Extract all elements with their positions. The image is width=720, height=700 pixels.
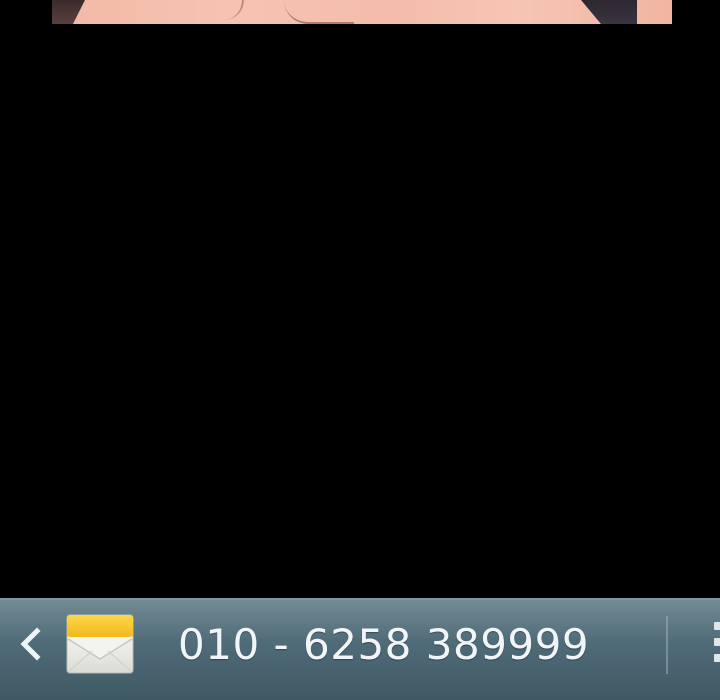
menu-dot-icon xyxy=(714,638,720,646)
screen: 010 - 6258 389999 xyxy=(0,0,720,700)
chevron-left-icon xyxy=(20,627,41,661)
artwork-shape xyxy=(52,0,85,24)
comic-panel-image xyxy=(52,0,672,24)
divider xyxy=(666,616,668,674)
envelope-icon xyxy=(66,614,134,674)
back-button[interactable] xyxy=(10,622,50,666)
overflow-menu-button[interactable] xyxy=(706,622,720,674)
artwork-line xyxy=(284,0,354,24)
menu-dot-icon xyxy=(714,622,720,630)
artwork-line xyxy=(202,0,244,20)
artwork-shape xyxy=(581,0,637,24)
sender-phone-number: 010 - 6258 389999 xyxy=(178,620,590,669)
menu-dot-icon xyxy=(714,654,720,662)
message-notification-bar: 010 - 6258 389999 xyxy=(0,598,720,700)
